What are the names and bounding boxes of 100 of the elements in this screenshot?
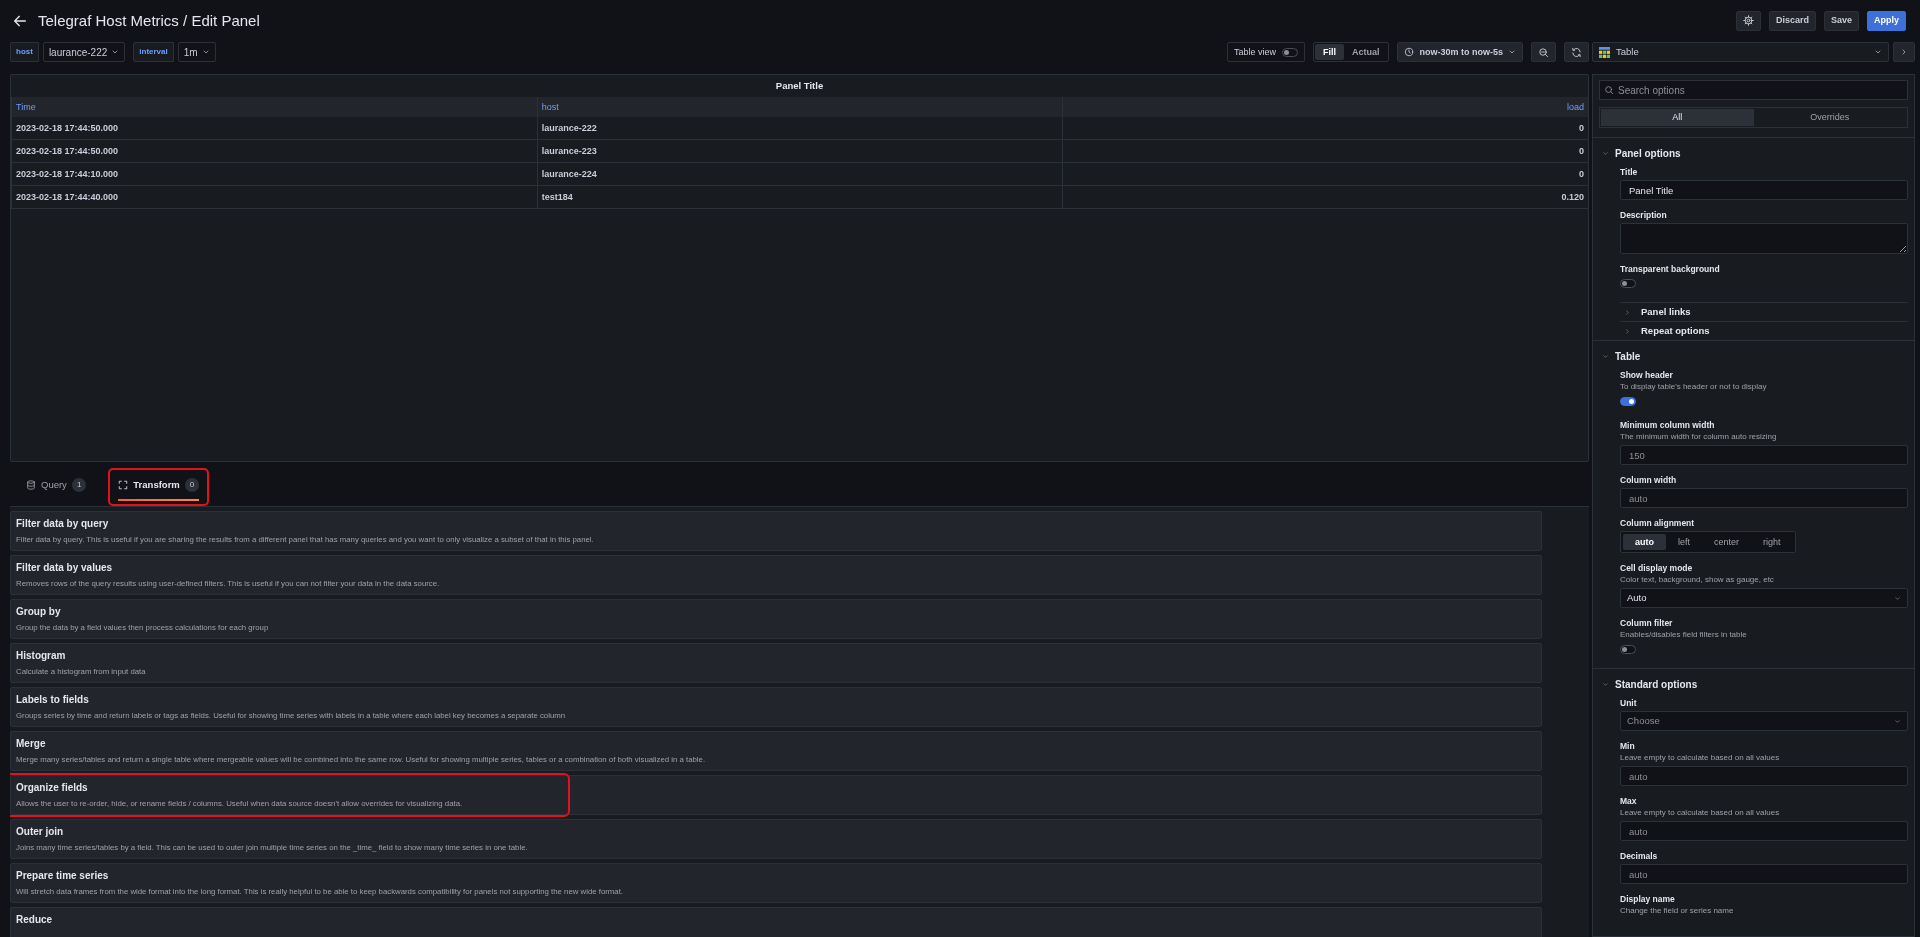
- field-label: Min: [1620, 741, 1636, 752]
- select-dropdown[interactable]: Auto: [1620, 588, 1908, 609]
- text-input[interactable]: Panel Title: [1620, 180, 1908, 201]
- chevron-right-icon: [1624, 308, 1631, 316]
- text-input[interactable]: 150: [1620, 445, 1908, 466]
- alignment-option[interactable]: center: [1702, 534, 1752, 551]
- transformation-title: Prepare time series: [16, 869, 110, 883]
- database-icon: [26, 480, 36, 491]
- search-field[interactable]: Search options: [1599, 80, 1908, 101]
- transformation-title: Filter data by values: [16, 561, 114, 575]
- text-input[interactable]: auto: [1620, 821, 1908, 842]
- visualization-picker[interactable]: Table: [1592, 42, 1889, 63]
- table-cell: 2023-02-18 17:44:40.000: [11, 186, 537, 210]
- table-cell: 0.120: [1062, 186, 1588, 210]
- save-button[interactable]: Save: [1823, 10, 1859, 31]
- transformation-card[interactable]: [10, 731, 1542, 772]
- field-description: The minimum width for column auto resizing: [1620, 432, 1778, 443]
- field-description: Color text, background, show as gauge, etc: [1620, 575, 1775, 586]
- variable-dropdown[interactable]: laurance-222: [42, 42, 126, 63]
- table-cell: laurance-223: [536, 140, 1063, 164]
- transformation-title: Group by: [16, 605, 62, 619]
- chevron-down-icon: [1602, 680, 1609, 688]
- chevron-down-icon: [1894, 717, 1901, 725]
- field-label: Max: [1620, 796, 1638, 807]
- field-description: Leave empty to calculate based on all values: [1620, 808, 1781, 819]
- refresh-icon: [1571, 46, 1582, 58]
- table-view-toggle[interactable]: Table view: [1226, 42, 1305, 63]
- field-label: Display name: [1620, 894, 1676, 905]
- time-range-picker[interactable]: now-30m to now-5s: [1397, 42, 1523, 63]
- alignment-option[interactable]: auto: [1623, 534, 1666, 551]
- chevron-down-icon: [1602, 149, 1609, 157]
- toggle-switch[interactable]: [1620, 645, 1636, 655]
- table-cell: 2023-02-18 17:44:10.000: [11, 163, 537, 187]
- display-mode-option[interactable]: Actual: [1343, 44, 1388, 61]
- field-label: Column filter: [1620, 618, 1674, 629]
- text-input[interactable]: auto: [1620, 766, 1908, 787]
- table-cell: test184: [536, 186, 1063, 210]
- chevron-down-icon: [1602, 352, 1609, 360]
- toggle-switch[interactable]: [1620, 397, 1636, 407]
- discard-button[interactable]: Discard: [1768, 10, 1816, 31]
- section-header[interactable]: Table: [1602, 349, 1641, 364]
- variable-dropdown[interactable]: 1m: [177, 42, 216, 63]
- count-badge: 1: [71, 478, 87, 493]
- section-header[interactable]: Standard options: [1602, 677, 1698, 692]
- text-input[interactable]: auto: [1620, 864, 1908, 885]
- settings-icon: [1742, 15, 1754, 27]
- options-mode-tab[interactable]: Overrides: [1753, 109, 1906, 127]
- column-header[interactable]: load: [1062, 97, 1588, 118]
- options-mode-tab[interactable]: All: [1601, 109, 1754, 127]
- table-cell: laurance-222: [536, 117, 1063, 141]
- column-header[interactable]: host: [536, 97, 1063, 118]
- dashboard-title: Telegraf Host Metrics / Edit Panel: [38, 11, 260, 30]
- transformation-card[interactable]: Reduce: [10, 907, 1542, 937]
- field-label: Decimals: [1620, 851, 1659, 862]
- refresh-button[interactable]: [1564, 42, 1589, 63]
- field-label: Minimum column width: [1620, 420, 1716, 431]
- field-description: Leave empty to calculate based on all values: [1620, 753, 1781, 764]
- panel-title: Panel Title: [774, 79, 825, 94]
- field-label: Column alignment: [1620, 518, 1696, 529]
- zoom-out-icon: [1538, 46, 1549, 58]
- field-label: Unit: [1620, 698, 1638, 709]
- zoom-out-button[interactable]: [1531, 42, 1556, 63]
- transformation-title: Organize fields: [16, 781, 89, 795]
- field-label: Show header: [1620, 370, 1674, 381]
- toggle-switch[interactable]: [1281, 47, 1298, 57]
- field-label: Description: [1620, 210, 1668, 221]
- table-icon: [1599, 46, 1610, 58]
- toggle-switch[interactable]: [1620, 279, 1636, 289]
- alignment-option[interactable]: left: [1666, 534, 1702, 551]
- alignment-option[interactable]: right: [1751, 534, 1793, 551]
- settings-button[interactable]: [1735, 10, 1761, 31]
- chevron-right-icon: [1900, 48, 1908, 57]
- field-description: To display table's header or not to display: [1620, 382, 1768, 393]
- editor-tab[interactable]: Query 1: [16, 468, 97, 507]
- chevron-down-icon: [1894, 594, 1901, 602]
- transformation-title: Labels to fields: [16, 693, 90, 707]
- field-description: Change the field or series name: [1620, 906, 1735, 917]
- field-label: Title: [1620, 167, 1639, 178]
- select-dropdown[interactable]: Choose: [1620, 711, 1908, 732]
- clock-icon: [1404, 47, 1415, 58]
- transformation-title: Filter data by query: [16, 517, 110, 531]
- table-cell: 0: [1062, 140, 1588, 164]
- options-category[interactable]: Panel links: [1620, 302, 1908, 322]
- options-category[interactable]: Repeat options: [1620, 321, 1908, 341]
- text-input[interactable]: auto: [1620, 488, 1908, 509]
- transformation-title: Reduce: [16, 913, 54, 927]
- section-header[interactable]: Panel options: [1602, 146, 1681, 161]
- apply-button[interactable]: Apply: [1867, 10, 1906, 31]
- table-cell: 2023-02-18 17:44:50.000: [11, 140, 537, 164]
- count-badge: 0: [184, 478, 200, 493]
- column-header[interactable]: Time: [11, 97, 537, 118]
- field-label: Column width: [1620, 475, 1678, 486]
- field-description: Enables/disables field filters in table: [1620, 630, 1748, 641]
- transformation-title: Outer join: [16, 825, 65, 839]
- display-mode-option[interactable]: Fill: [1314, 44, 1344, 61]
- table-cell: 0: [1062, 163, 1588, 187]
- field-label: Transparent background: [1620, 264, 1721, 275]
- transformation-title: Histogram: [16, 649, 67, 663]
- table-cell: 2023-02-18 17:44:50.000: [11, 117, 537, 141]
- transformation-title: Merge: [16, 737, 47, 751]
